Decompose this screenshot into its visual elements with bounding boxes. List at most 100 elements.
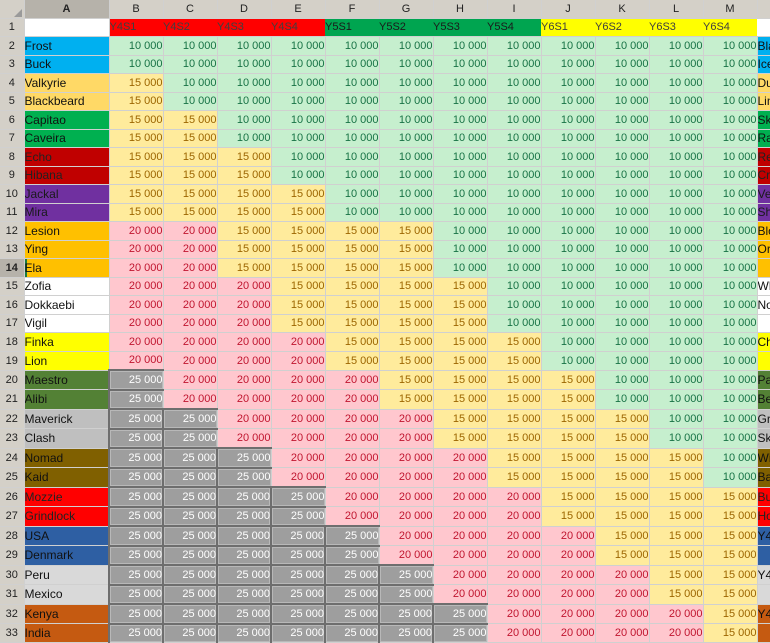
banner-cell-n[interactable] bbox=[757, 18, 770, 37]
price-cell-d29[interactable]: 25 000 bbox=[216, 544, 272, 566]
price-cell-c26[interactable]: 25 000 bbox=[162, 486, 218, 507]
row-header-20[interactable]: 20 bbox=[0, 370, 25, 390]
price-cell-b16[interactable]: 20 000 bbox=[109, 295, 164, 315]
price-cell-l8[interactable]: 10 000 bbox=[649, 147, 704, 167]
price-cell-e3[interactable]: 10 000 bbox=[271, 55, 326, 74]
price-cell-j10[interactable]: 10 000 bbox=[541, 184, 596, 204]
price-cell-h23[interactable]: 15 000 bbox=[433, 428, 488, 449]
price-cell-d25[interactable]: 25 000 bbox=[216, 466, 272, 488]
price-cell-d24[interactable]: 25 000 bbox=[216, 447, 272, 468]
price-cell-f27[interactable]: 20 000 bbox=[325, 506, 380, 527]
table-row[interactable]: 10 Jackal 15 000 15 000 15 000 15 000 10 000 10… bbox=[0, 184, 770, 204]
price-cell-m26[interactable]: 15 000 bbox=[703, 487, 758, 507]
price-cell-k32[interactable]: 20 000 bbox=[595, 604, 650, 624]
price-cell-b29[interactable]: 25 000 bbox=[108, 544, 164, 566]
price-cell-g31[interactable]: 25 000 bbox=[378, 583, 434, 605]
column-header-b[interactable]: B bbox=[109, 0, 164, 19]
price-cell-j5[interactable]: 10 000 bbox=[541, 92, 596, 111]
price-cell-i14[interactable]: 10 000 bbox=[487, 258, 542, 278]
price-cell-m21[interactable]: 10 000 bbox=[703, 389, 758, 410]
price-cell-j31[interactable]: 20 000 bbox=[541, 584, 596, 605]
season-banner-y4s4[interactable]: Y4S4 bbox=[271, 18, 325, 37]
price-cell-l28[interactable]: 15 000 bbox=[649, 526, 704, 546]
price-cell-k22[interactable]: 15 000 bbox=[595, 409, 650, 429]
price-cell-d14[interactable]: 15 000 bbox=[217, 258, 272, 278]
price-cell-k24[interactable]: 15 000 bbox=[595, 448, 650, 468]
row-header-1[interactable]: 1 bbox=[0, 18, 25, 37]
price-cell-d4[interactable]: 10 000 bbox=[217, 73, 272, 93]
price-cell-j6[interactable]: 10 000 bbox=[541, 110, 596, 130]
skin-name-cell[interactable]: Velvet bbox=[757, 184, 770, 204]
price-cell-i30[interactable]: 20 000 bbox=[487, 565, 542, 585]
price-cell-m17[interactable]: 10 000 bbox=[703, 314, 758, 333]
price-cell-g10[interactable]: 10 000 bbox=[379, 184, 434, 204]
table-row[interactable]: 16 Dokkaebi 20 000 20 000 20 000 15 000 15 000… bbox=[0, 295, 770, 315]
price-cell-d22[interactable]: 20 000 bbox=[217, 409, 272, 429]
price-cell-h22[interactable]: 15 000 bbox=[433, 409, 488, 429]
price-cell-f11[interactable]: 10 000 bbox=[325, 203, 380, 222]
price-cell-g15[interactable]: 15 000 bbox=[379, 277, 434, 296]
price-cell-k9[interactable]: 10 000 bbox=[595, 166, 650, 185]
price-cell-e22[interactable]: 20 000 bbox=[271, 409, 326, 429]
price-cell-c5[interactable]: 10 000 bbox=[163, 92, 218, 111]
price-cell-d17[interactable]: 20 000 bbox=[217, 314, 272, 333]
table-row[interactable]: 11 Mira 15 000 15 000 15 000 15 000 10 000 10 0… bbox=[0, 203, 770, 222]
price-cell-k19[interactable]: 10 000 bbox=[595, 351, 650, 371]
price-cell-m27[interactable]: 15 000 bbox=[703, 506, 758, 527]
price-cell-k15[interactable]: 10 000 bbox=[595, 277, 650, 296]
price-cell-e16[interactable]: 15 000 bbox=[271, 295, 326, 315]
price-cell-c3[interactable]: 10 000 bbox=[163, 55, 218, 74]
price-cell-g23[interactable]: 20 000 bbox=[379, 428, 434, 449]
price-cell-l10[interactable]: 10 000 bbox=[649, 184, 704, 204]
price-cell-h3[interactable]: 10 000 bbox=[433, 55, 488, 74]
row-header-14[interactable]: 14 bbox=[0, 258, 25, 278]
price-cell-h25[interactable]: 20 000 bbox=[433, 467, 488, 488]
price-cell-g33[interactable]: 25 000 bbox=[378, 622, 434, 643]
price-cell-f24[interactable]: 20 000 bbox=[325, 448, 380, 468]
price-cell-k26[interactable]: 15 000 bbox=[595, 487, 650, 507]
price-cell-e31[interactable]: 25 000 bbox=[270, 583, 326, 605]
price-cell-f26[interactable]: 20 000 bbox=[325, 487, 380, 507]
price-cell-e4[interactable]: 10 000 bbox=[271, 73, 326, 93]
price-cell-k27[interactable]: 15 000 bbox=[595, 506, 650, 527]
price-cell-i10[interactable]: 10 000 bbox=[487, 184, 542, 204]
column-header-n[interactable]: N bbox=[757, 0, 770, 19]
price-cell-l12[interactable]: 10 000 bbox=[649, 221, 704, 241]
price-cell-i17[interactable]: 10 000 bbox=[487, 314, 542, 333]
price-cell-j9[interactable]: 10 000 bbox=[541, 166, 596, 185]
price-cell-e13[interactable]: 15 000 bbox=[271, 240, 326, 259]
price-cell-l31[interactable]: 15 000 bbox=[649, 584, 704, 605]
price-cell-f31[interactable]: 25 000 bbox=[324, 583, 380, 605]
season-banner-y6s2[interactable]: Y6S2 bbox=[595, 18, 649, 37]
operator-name-cell[interactable]: Alibi bbox=[24, 389, 110, 410]
skin-name-cell[interactable] bbox=[757, 623, 770, 643]
price-cell-g5[interactable]: 10 000 bbox=[379, 92, 434, 111]
table-row[interactable]: 30 Peru 25 000 25 000 25 000 25 000 25 000 25 0… bbox=[0, 564, 770, 585]
operator-name-cell[interactable]: Denmark bbox=[24, 545, 110, 566]
price-cell-c30[interactable]: 25 000 bbox=[162, 564, 218, 585]
row-header-16[interactable]: 16 bbox=[0, 295, 25, 315]
row-header-26[interactable]: 26 bbox=[0, 487, 25, 507]
table-row[interactable]: 14 Ela 20 000 20 000 15 000 15 000 15 000 15 00… bbox=[0, 258, 770, 278]
price-cell-i26[interactable]: 20 000 bbox=[487, 487, 542, 507]
operator-name-cell[interactable]: Maestro bbox=[24, 370, 110, 390]
price-cell-k21[interactable]: 10 000 bbox=[595, 389, 650, 410]
price-cell-i25[interactable]: 15 000 bbox=[487, 467, 542, 488]
operator-name-cell[interactable]: Grindlock bbox=[24, 506, 110, 527]
skin-name-cell[interactable] bbox=[757, 258, 770, 278]
row-header-7[interactable]: 7 bbox=[0, 129, 25, 148]
price-cell-k12[interactable]: 10 000 bbox=[595, 221, 650, 241]
price-cell-j26[interactable]: 15 000 bbox=[541, 487, 596, 507]
price-cell-i19[interactable]: 15 000 bbox=[487, 351, 542, 371]
price-cell-e5[interactable]: 10 000 bbox=[271, 92, 326, 111]
season-banner-y4s2[interactable]: Y4S2 bbox=[163, 18, 217, 37]
price-cell-j17[interactable]: 10 000 bbox=[541, 314, 596, 333]
price-cell-d33[interactable]: 25 000 bbox=[216, 622, 272, 643]
price-cell-b27[interactable]: 25 000 bbox=[108, 505, 164, 527]
price-cell-f32[interactable]: 25 000 bbox=[324, 603, 380, 624]
price-cell-b22[interactable]: 25 000 bbox=[108, 408, 164, 429]
price-cell-c18[interactable]: 20 000 bbox=[163, 332, 218, 352]
row-header-13[interactable]: 13 bbox=[0, 240, 25, 259]
skin-name-cell[interactable]: Bellum bbox=[757, 389, 770, 410]
column-header-h[interactable]: H bbox=[433, 0, 488, 19]
